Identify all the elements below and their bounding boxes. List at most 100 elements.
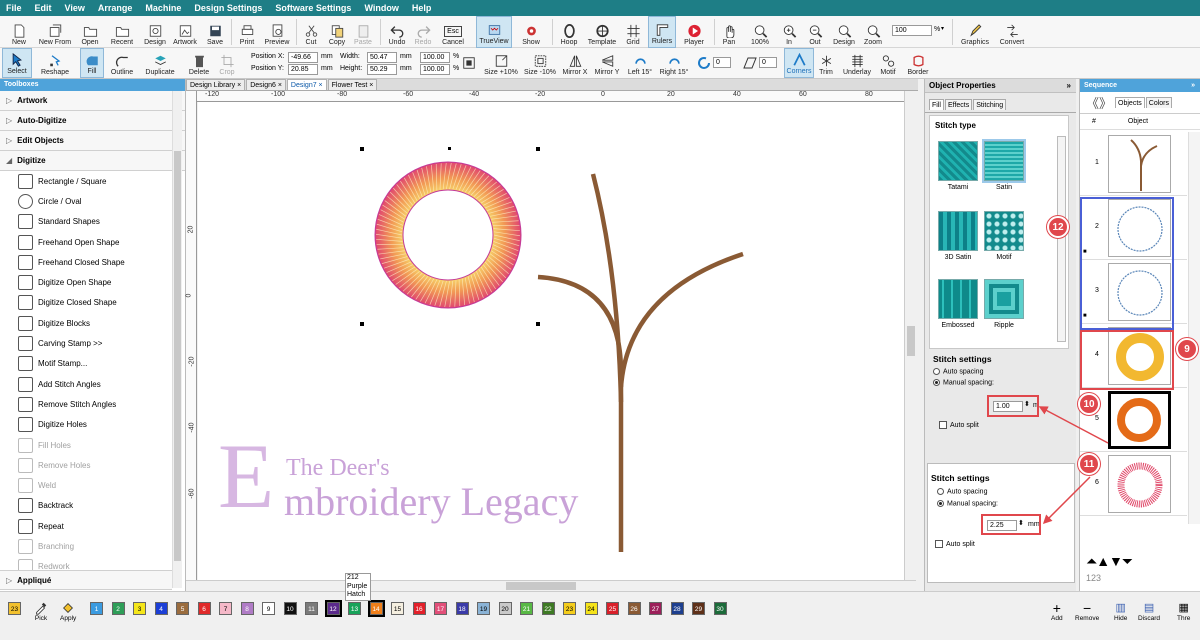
position-x-field[interactable]: -49.66: [288, 52, 318, 63]
tool-item[interactable]: Branching: [0, 536, 172, 556]
grid-button[interactable]: Grid: [622, 16, 644, 48]
hoop-button[interactable]: Hoop: [556, 16, 582, 48]
auto-spacing-radio[interactable]: Auto spacing: [933, 368, 994, 375]
undo-button[interactable]: Undo: [386, 16, 408, 48]
tool-item[interactable]: Rectangle / Square: [0, 171, 172, 191]
tab-objects[interactable]: Objects: [1115, 97, 1145, 108]
tool-item[interactable]: Remove Holes: [0, 455, 172, 475]
thread-button[interactable]: ▦ Thre: [1177, 601, 1190, 622]
color-chip[interactable]: 18: [455, 602, 469, 615]
move-sequence-arrows[interactable]: ⏶▲▼⏷: [1086, 553, 1133, 570]
pan-button[interactable]: Pan: [718, 16, 740, 48]
close-tab-icon[interactable]: ×: [317, 82, 323, 89]
remove-color-button[interactable]: − Remove: [1075, 601, 1099, 622]
crop-button[interactable]: Crop: [216, 48, 238, 78]
tool-item[interactable]: Digitize Open Shape: [0, 272, 172, 292]
cut-button[interactable]: Cut: [300, 16, 322, 48]
color-chip[interactable]: 30: [713, 602, 727, 615]
tab-colors[interactable]: Colors: [1145, 97, 1172, 108]
trueview-button[interactable]: TrueView: [476, 16, 512, 48]
color-chip[interactable]: 12: [324, 600, 342, 617]
stitch-type-scrollbar[interactable]: [1057, 136, 1066, 342]
color-chip[interactable]: 8: [240, 602, 254, 615]
menu-item[interactable]: View: [65, 3, 85, 13]
color-chip[interactable]: 19: [477, 602, 490, 615]
color-chip[interactable]: 17: [434, 602, 447, 615]
color-chip[interactable]: 25: [606, 602, 619, 615]
color-chip[interactable]: 28: [670, 602, 684, 615]
height-field[interactable]: 50.29: [367, 64, 397, 75]
player-button[interactable]: Player: [680, 16, 708, 48]
position-y-field[interactable]: 20.85: [288, 64, 318, 75]
close-tab-icon[interactable]: ×: [367, 82, 373, 89]
menu-item[interactable]: Machine: [145, 3, 181, 13]
close-tab-icon[interactable]: ×: [276, 82, 282, 89]
duplicate-button[interactable]: Duplicate: [142, 48, 178, 78]
rotate-right-button[interactable]: Right 15°: [658, 48, 690, 78]
tool-item[interactable]: Remove Stitch Angles: [0, 394, 172, 414]
reshape-button[interactable]: Reshape: [38, 48, 72, 78]
slant-icon[interactable]: [742, 55, 758, 71]
color-chip[interactable]: 1: [90, 602, 103, 615]
border-button[interactable]: Border: [904, 48, 932, 78]
tool-item[interactable]: Backtrack: [0, 496, 172, 516]
tool-item[interactable]: Fill Holes: [0, 435, 172, 455]
color-chip[interactable]: 22: [541, 602, 555, 615]
section-edit-objects[interactable]: ▷ Edit Objects: [0, 131, 185, 151]
outline-button[interactable]: Outline: [108, 48, 136, 78]
section-artwork[interactable]: ▷ Artwork: [0, 91, 185, 111]
template-button[interactable]: Template: [584, 16, 620, 48]
tool-item[interactable]: Add Stitch Angles: [0, 374, 172, 394]
color-chip[interactable]: 15: [391, 602, 404, 615]
motif-button[interactable]: Motif: [876, 48, 900, 78]
hide-button[interactable]: ▥ Hide: [1114, 601, 1127, 622]
color-chip[interactable]: 4: [154, 602, 168, 615]
underlay-button[interactable]: Underlay: [840, 48, 874, 78]
mirror-x-button[interactable]: Mirror X: [560, 48, 590, 78]
color-chip[interactable]: 7: [219, 602, 232, 615]
toolboxes-scrollbar[interactable]: [172, 91, 182, 588]
tool-item[interactable]: Standard Shapes: [0, 212, 172, 232]
pick-button[interactable]: Pick: [34, 601, 48, 622]
section-applique[interactable]: ▷ Appliqué: [0, 570, 172, 590]
tool-item[interactable]: Digitize Holes: [0, 415, 172, 435]
menu-item[interactable]: Window: [364, 3, 398, 13]
tool-item[interactable]: Carving Stamp >>: [0, 333, 172, 353]
menu-item[interactable]: File: [6, 3, 22, 13]
document-tab[interactable]: Flower Test ×: [327, 79, 378, 90]
color-chip[interactable]: 10: [283, 602, 297, 615]
rulers-button[interactable]: Rulers: [648, 16, 676, 48]
menu-item[interactable]: Software Settings: [275, 3, 351, 13]
convert-button[interactable]: Convert: [996, 16, 1028, 48]
menu-item[interactable]: Design Settings: [194, 3, 262, 13]
trim-button[interactable]: Trim: [816, 48, 836, 78]
cancel-button[interactable]: Esc Cancel: [438, 16, 468, 48]
document-tab[interactable]: Design7 ×: [286, 79, 327, 90]
color-chip[interactable]: 29: [692, 602, 705, 615]
collapse-panel-icon[interactable]: »: [1191, 79, 1195, 92]
auto-split-checkbox-1[interactable]: Auto split: [939, 421, 979, 429]
graphics-button[interactable]: Graphics: [958, 16, 992, 48]
ripple-swatch[interactable]: [984, 279, 1024, 319]
scale-width-field[interactable]: 100.00: [420, 52, 450, 63]
color-chip[interactable]: 26: [627, 602, 641, 615]
document-tab[interactable]: Design6 ×: [246, 79, 286, 90]
rotate-left-button[interactable]: Left 15°: [626, 48, 654, 78]
auto-split-checkbox-2[interactable]: Auto split: [935, 540, 975, 548]
tool-item[interactable]: Freehand Closed Shape: [0, 252, 172, 272]
auto-spacing-radio-2[interactable]: Auto spacing: [937, 488, 1074, 495]
menu-item[interactable]: Arrange: [98, 3, 133, 13]
zoom-in-button[interactable]: In: [778, 16, 800, 48]
collapse-panel-icon[interactable]: »: [1067, 79, 1071, 93]
artwork-button[interactable]: Artwork: [170, 16, 200, 48]
renumber-button[interactable]: 123: [1086, 573, 1101, 583]
tool-item[interactable]: Motif Stamp...: [0, 354, 172, 374]
open-button[interactable]: Open: [78, 16, 102, 48]
close-tab-icon[interactable]: ×: [235, 82, 241, 89]
delete-button[interactable]: Delete: [186, 48, 212, 78]
color-chip[interactable]: 21: [520, 602, 533, 615]
color-chip[interactable]: 14: [367, 600, 385, 617]
tab-stitching[interactable]: Stitching: [973, 99, 1007, 110]
color-chip[interactable]: 5: [176, 602, 189, 615]
paste-button[interactable]: Paste: [352, 16, 374, 48]
